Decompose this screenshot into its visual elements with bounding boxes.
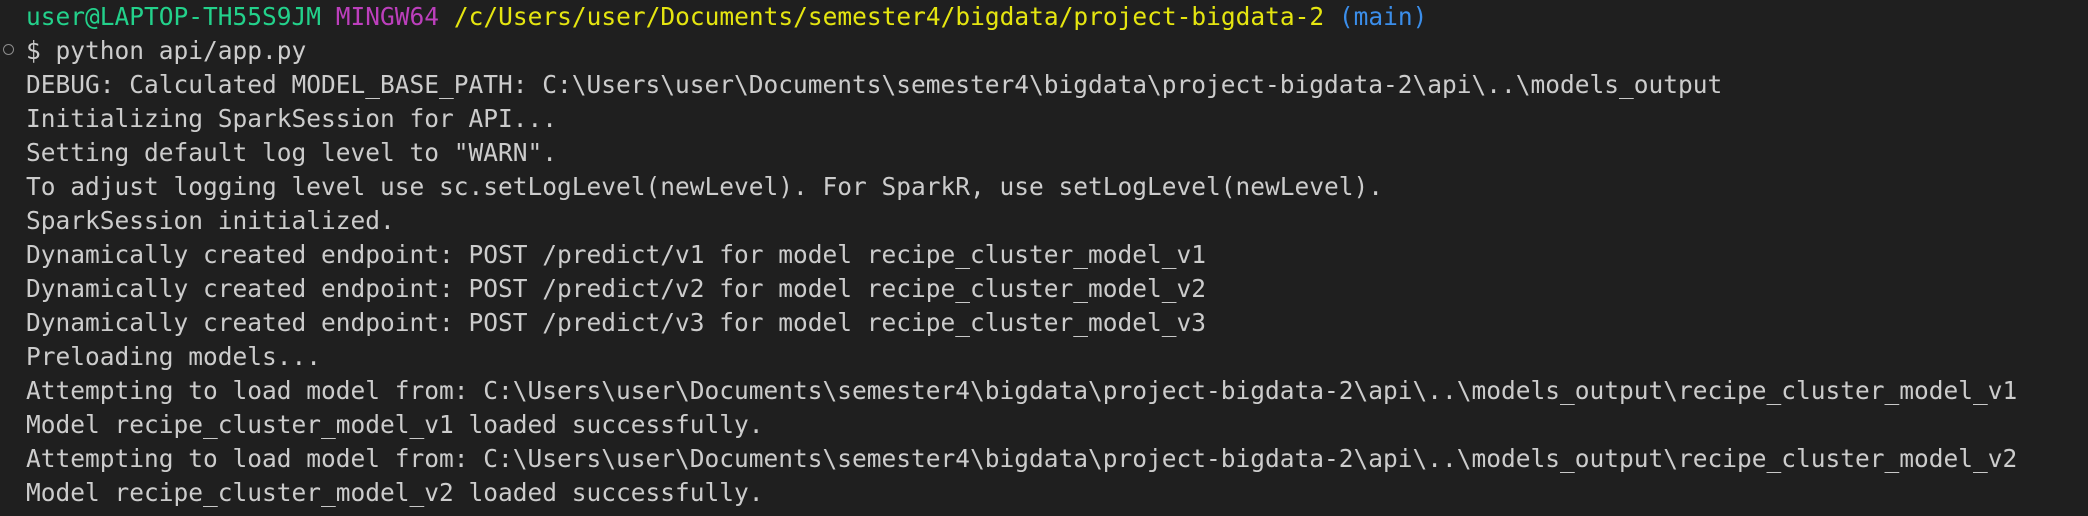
prompt-user-host: user@LAPTOP-TH55S9JM	[26, 2, 322, 31]
output-line: Initializing SparkSession for API...	[26, 104, 558, 133]
output-line: Dynamically created endpoint: POST /pred…	[26, 240, 1207, 269]
terminal-panel[interactable]: user@LAPTOP-TH55S9JM MINGW64 /c/Users/us…	[0, 0, 2088, 516]
output-line: Preloading models...	[26, 342, 322, 371]
output-line: Attempting to load model from: C:\Users\…	[26, 444, 2018, 473]
output-line: Dynamically created endpoint: POST /pred…	[26, 274, 1207, 303]
output-line: To adjust logging level use sc.setLogLev…	[26, 172, 1384, 201]
prompt-git-branch: (main)	[1338, 2, 1428, 31]
output-line: Model recipe_cluster_model_v1 loaded suc…	[26, 410, 764, 439]
output-line: Dynamically created endpoint: POST /pred…	[26, 308, 1207, 337]
prompt-working-directory: /c/Users/user/Documents/semester4/bigdat…	[453, 2, 1325, 31]
output-line: Setting default log level to "WARN".	[26, 138, 558, 167]
output-line: DEBUG: Calculated MODEL_BASE_PATH: C:\Us…	[26, 70, 1723, 99]
output-line: Model recipe_cluster_model_v2 loaded suc…	[26, 478, 764, 507]
output-line: SparkSession initialized.	[26, 206, 395, 235]
command-line: $ python api/app.py	[26, 36, 307, 65]
prompt-info-line: user@LAPTOP-TH55S9JM MINGW64 /c/Users/us…	[26, 0, 1427, 34]
command-decoration-icon[interactable]	[3, 44, 14, 55]
output-line: Attempting to load model from: C:\Users\…	[26, 376, 2018, 405]
prompt-shell-name: MINGW64	[335, 2, 440, 31]
